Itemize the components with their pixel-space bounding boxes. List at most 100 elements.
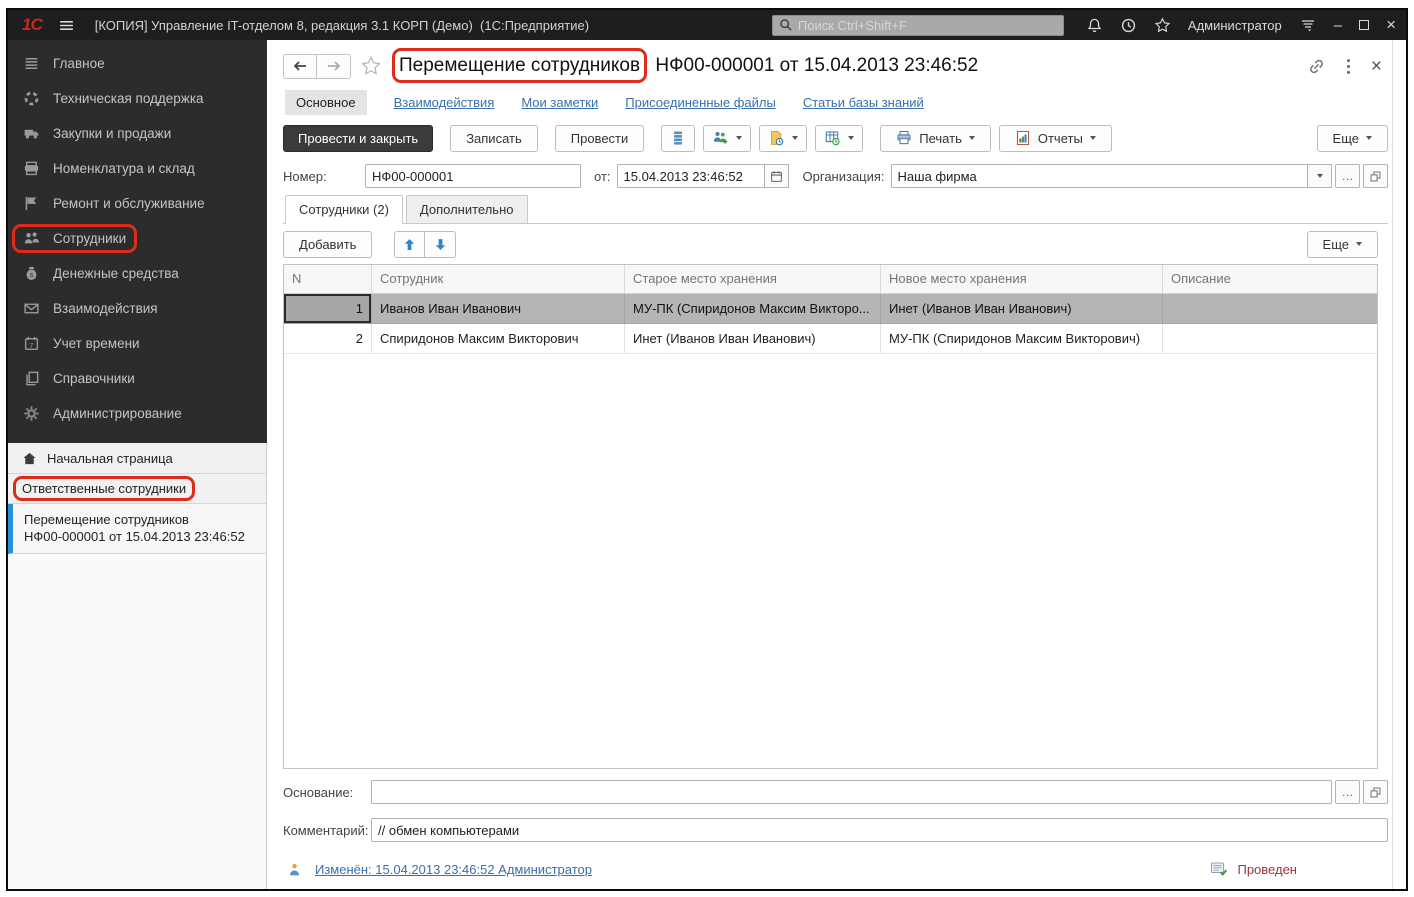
money-bag-icon: s — [23, 265, 40, 282]
forward-button[interactable] — [317, 54, 351, 79]
post-and-close-button[interactable]: Провести и закрыть — [283, 125, 433, 152]
cell-n[interactable]: 1 — [284, 294, 372, 324]
cell-new-place[interactable]: МУ-ПК (Спиридонов Максим Викторович) — [881, 324, 1163, 354]
calendar-icon: 7 — [23, 335, 40, 352]
organization-input[interactable] — [891, 164, 1308, 188]
modified-link[interactable]: Изменён: 15.04.2013 23:46:52 Администрат… — [315, 862, 592, 877]
sidebar-item-nomenclature[interactable]: Номенклатура и склад — [8, 151, 267, 186]
sidebar-item-interactions[interactable]: Взаимодействия — [8, 291, 267, 326]
flag-icon — [23, 195, 40, 212]
column-header-n[interactable]: N — [284, 265, 372, 294]
calendar-small-icon — [770, 170, 783, 183]
1c-logo: 1С — [22, 15, 42, 35]
column-header-new-place[interactable]: Новое место хранения — [881, 265, 1163, 294]
global-search[interactable] — [772, 15, 1064, 36]
basis-open-button[interactable] — [1363, 780, 1388, 804]
number-input[interactable] — [365, 164, 581, 188]
arrow-down-icon — [433, 237, 448, 252]
sidebar-item-administration[interactable]: Администрирование — [8, 396, 267, 431]
tab-additional[interactable]: Дополнительно — [406, 195, 528, 223]
history-icon[interactable] — [1120, 17, 1137, 34]
settings-menu-icon[interactable] — [1299, 17, 1317, 33]
sidebar-item-glavnoe[interactable]: Главное — [8, 46, 267, 81]
get-link-icon[interactable] — [1307, 57, 1326, 76]
close-form-icon[interactable]: × — [1371, 57, 1382, 76]
calendar-picker-button[interactable] — [765, 164, 789, 188]
sidebar-item-purchases[interactable]: Закупки и продажи — [8, 116, 267, 151]
more-dots-icon[interactable] — [1346, 58, 1351, 75]
people-plus-icon — [712, 130, 729, 146]
grid-more-button[interactable]: Еще — [1307, 231, 1378, 258]
sidebar-item-references[interactable]: Справочники — [8, 361, 267, 396]
table-row[interactable]: 2 Спиридонов Максим Викторович Инет (Ива… — [284, 324, 1377, 354]
cell-employee[interactable]: Спиридонов Максим Викторович — [372, 324, 625, 354]
window-tab-employee-relocation[interactable]: Перемещение сотрудников НФ00-000001 от 1… — [8, 504, 266, 554]
tab-employees[interactable]: Сотрудники (2) — [285, 195, 403, 224]
organization-dropdown-button[interactable] — [1308, 164, 1332, 188]
maximize-button[interactable] — [1359, 20, 1369, 30]
column-header-description[interactable]: Описание — [1163, 265, 1377, 294]
cell-n[interactable]: 2 — [284, 324, 372, 354]
books-pages-icon — [23, 370, 40, 387]
print-button[interactable]: Печать — [880, 125, 991, 152]
main-menu-icon[interactable] — [58, 17, 75, 34]
document-journal-button[interactable] — [759, 125, 807, 152]
post-button[interactable]: Провести — [555, 125, 645, 152]
nav-attached-files[interactable]: Присоединенные файлы — [625, 95, 776, 110]
write-button[interactable]: Записать — [450, 125, 538, 152]
organization-open-button[interactable] — [1363, 164, 1388, 188]
window-tab-responsible-employees[interactable]: Ответственные сотрудники — [8, 474, 266, 504]
comment-label: Комментарий: — [283, 823, 371, 838]
minimize-button[interactable]: – — [1334, 17, 1342, 34]
move-row-up-button[interactable] — [394, 231, 425, 258]
cell-description[interactable] — [1163, 294, 1377, 324]
organization-choose-button[interactable]: … — [1335, 164, 1360, 188]
svg-text:7: 7 — [29, 341, 33, 350]
move-row-down-button[interactable] — [425, 231, 456, 258]
current-user[interactable]: Администратор — [1188, 18, 1282, 33]
sidebar-item-repair[interactable]: Ремонт и обслуживание — [8, 186, 267, 221]
back-button[interactable] — [283, 54, 317, 79]
nav-my-notes[interactable]: Мои заметки — [521, 95, 598, 110]
sidebar-item-employees[interactable]: Сотрудники — [8, 221, 267, 256]
header-fields: Номер: от: Организация: … — [283, 158, 1388, 194]
column-header-old-place[interactable]: Старое место хранения — [625, 265, 881, 294]
nav-knowledge-base[interactable]: Статьи базы знаний — [803, 95, 924, 110]
document-structure-button[interactable] — [661, 125, 695, 152]
date-input[interactable] — [617, 164, 765, 188]
more-button[interactable]: Еще — [1317, 125, 1388, 152]
svg-text:s: s — [30, 272, 34, 279]
favorites-star-icon[interactable] — [1154, 17, 1171, 34]
create-based-on-button[interactable] — [703, 125, 751, 152]
comment-input[interactable] — [371, 818, 1388, 842]
cell-old-place[interactable]: Инет (Иванов Иван Иванович) — [625, 324, 881, 354]
sidebar-item-time-tracking[interactable]: 7 Учет времени — [8, 326, 267, 361]
register-records-button[interactable] — [815, 125, 863, 152]
sidebar-item-home-page[interactable]: Начальная страница — [8, 443, 266, 474]
cell-description[interactable] — [1163, 324, 1377, 354]
column-header-employee[interactable]: Сотрудник — [372, 265, 625, 294]
cell-employee[interactable]: Иванов Иван Иванович — [372, 294, 625, 324]
home-icon — [22, 451, 37, 466]
nav-interactions[interactable]: Взаимодействия — [394, 95, 495, 110]
sidebar-item-money[interactable]: s Денежные средства — [8, 256, 267, 291]
cell-new-place[interactable]: Инет (Иванов Иван Иванович) — [881, 294, 1163, 324]
add-row-button[interactable]: Добавить — [283, 231, 372, 258]
search-input[interactable] — [798, 18, 1057, 33]
basis-input[interactable] — [371, 780, 1332, 804]
user-icon — [287, 862, 302, 877]
grid-toolbar: Добавить Еще — [283, 224, 1388, 264]
truck-icon — [23, 125, 40, 142]
document-form: Перемещение сотрудников НФ00-000001 от 1… — [267, 40, 1406, 889]
notifications-bell-icon[interactable] — [1086, 17, 1103, 34]
people-icon — [23, 230, 40, 247]
nav-main[interactable]: Основное — [285, 90, 367, 115]
reports-button[interactable]: Отчеты — [999, 125, 1112, 152]
sidebar-item-tech-support[interactable]: Техническая поддержка — [8, 81, 267, 116]
close-window-button[interactable]: × — [1386, 15, 1396, 35]
favorite-star-icon[interactable] — [360, 55, 382, 77]
basis-choose-button[interactable]: … — [1335, 780, 1360, 804]
table-row[interactable]: 1 Иванов Иван Иванович МУ-ПК (Спиридонов… — [284, 294, 1377, 324]
cell-old-place[interactable]: МУ-ПК (Спиридонов Максим Викторо... — [625, 294, 881, 324]
grid-header-row: N Сотрудник Старое место хранения Новое … — [284, 265, 1377, 294]
